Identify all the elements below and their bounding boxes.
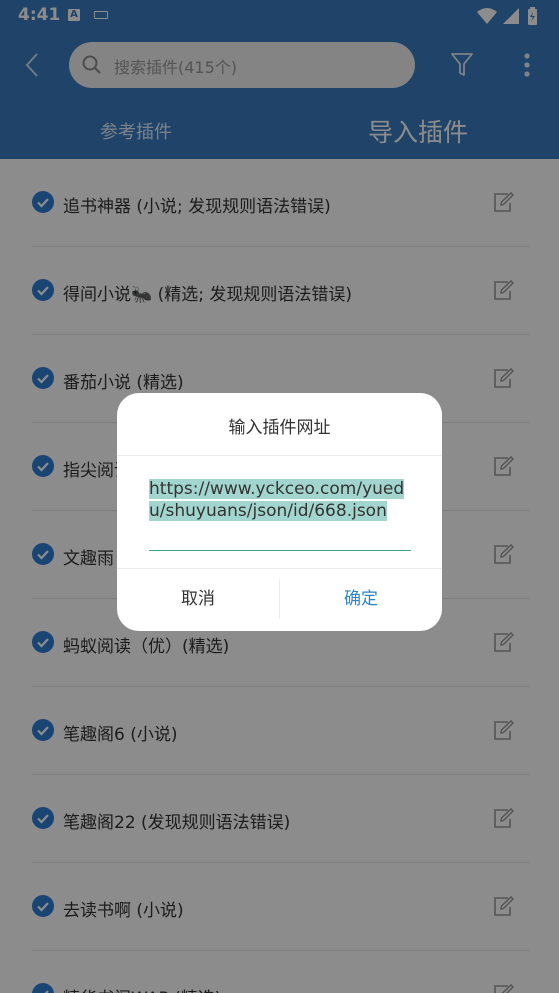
url-input[interactable]: https://www.yckceo.com/yuedu/shuyuans/js… bbox=[149, 478, 411, 548]
url-input-underline bbox=[149, 550, 411, 551]
dialog-title: 输入插件网址 bbox=[228, 418, 331, 438]
url-selected-text: https://www.yckceo.com/yuedu/shuyuans/js… bbox=[149, 479, 405, 521]
import-url-dialog: 输入插件网址 https://www.yckceo.com/yuedu/shuy… bbox=[117, 393, 442, 631]
confirm-button[interactable]: 确定 bbox=[280, 569, 442, 631]
divider bbox=[117, 455, 442, 456]
cancel-button[interactable]: 取消 bbox=[117, 569, 279, 631]
